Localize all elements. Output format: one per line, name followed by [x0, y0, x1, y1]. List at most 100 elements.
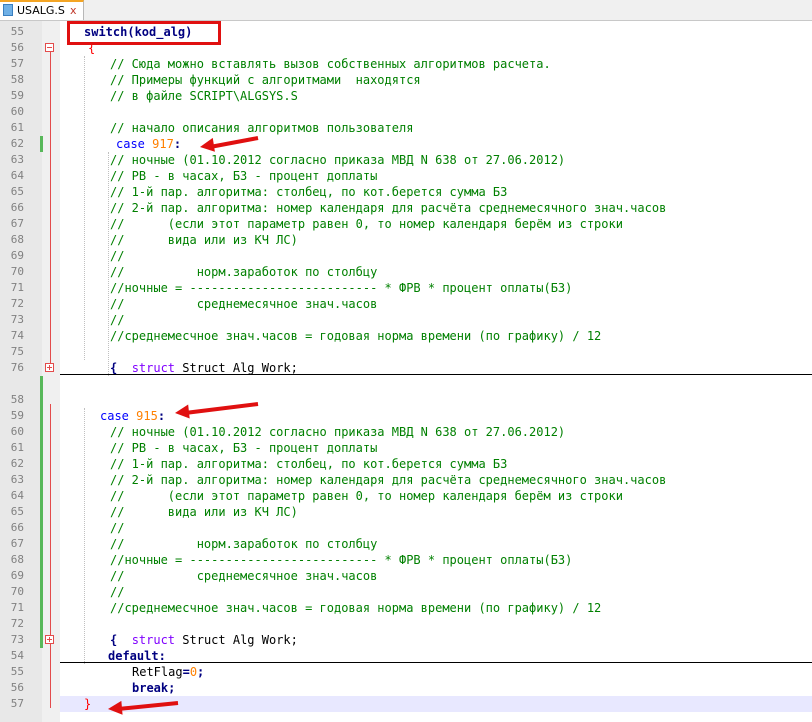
code-text: // в файле SCRIPT\ALGSYS.S	[110, 88, 298, 104]
comment-text: //среднемесчное знач.часов = годовая нор…	[110, 329, 602, 343]
line-number: 70	[10, 585, 24, 598]
code-text: // РВ - в часах, БЗ - процент доплаты	[110, 168, 377, 184]
code-line[interactable]: 67 // (если этот параметр равен 0, то ном…	[0, 216, 812, 232]
code-text: case 915:	[100, 408, 165, 424]
line-number: 64	[10, 489, 24, 502]
code-line[interactable]: 72	[0, 616, 812, 632]
line-number: 58	[10, 393, 24, 406]
code-line[interactable]: 70 //	[0, 584, 812, 600]
line-number: 62	[10, 457, 24, 470]
folded-region-separator	[60, 374, 812, 376]
code-editor[interactable]: 55 switch(kod_alg) 56{57// Сюда можно вста…	[0, 21, 812, 722]
comment-text: // Примеры функций с алгоритмами находят…	[110, 73, 421, 87]
code-line[interactable]: 71 //ночные = -------------------------- …	[0, 280, 812, 296]
code-text: //	[110, 584, 124, 600]
code-line[interactable]: 63 // 2-й пар. алгоритма: номер календаря…	[0, 472, 812, 488]
close-icon[interactable]: x	[70, 2, 77, 19]
indent-guide	[84, 56, 85, 360]
comment-text: // вида или из КЧ ЛС)	[110, 233, 298, 247]
comment-text: // (если этот параметр равен 0, то номер…	[110, 489, 623, 503]
code-line[interactable]: 59 // в файле SCRIPT\ALGSYS.S	[0, 88, 812, 104]
switch-highlight-box	[67, 21, 221, 45]
code-text: { struct Struct Alg Work;	[110, 632, 298, 648]
line-number: 54	[10, 649, 24, 662]
code-text: // 2-й пар. алгоритма: номер календаря д…	[110, 200, 666, 216]
code-line[interactable]: 65 // вида или из КЧ ЛС)	[0, 504, 812, 520]
line-number: 57	[10, 697, 24, 710]
code-text: // Примеры функций с алгоритмами находят…	[110, 72, 421, 88]
code-line[interactable]: 69 // среднемесячное знач.часов	[0, 568, 812, 584]
fold-toggle-icon[interactable]	[45, 635, 54, 644]
fold-toggle-icon[interactable]	[45, 363, 54, 372]
comment-text: // РВ - в часах, БЗ - процент доплаты	[110, 441, 378, 455]
code-line[interactable]: 59 case 915:	[0, 408, 812, 424]
line-number: 72	[10, 297, 24, 310]
code-line[interactable]: 61 // РВ - в часах, БЗ - процент доплаты	[0, 440, 812, 456]
code-line[interactable]: 65 // 1-й пар. алгоритма: столбец, по кот…	[0, 184, 812, 200]
line-number: 68	[10, 233, 24, 246]
code-line[interactable]: 60	[0, 104, 812, 120]
code-line[interactable]: 67 // норм.заработок по столбцу	[0, 536, 812, 552]
code-text: // Сюда можно вставлять вызов собственны…	[110, 56, 551, 72]
comment-text: //	[110, 313, 125, 327]
comment-text: // 2-й пар. алгоритма: номер календаря д…	[110, 201, 667, 215]
code-line[interactable]: 71 //среднемесчное знач.часов = годовая н…	[0, 600, 812, 616]
code-line[interactable]: 61// начало описания алгоритмов пользова…	[0, 120, 812, 136]
code-text: // вида или из КЧ ЛС)	[110, 232, 298, 248]
code-line[interactable]: 66 // 2-й пар. алгоритма: номер календаря…	[0, 200, 812, 216]
line-number: 62	[10, 137, 24, 150]
semicolon: ;	[197, 665, 205, 679]
code-text: // РВ - в часах, БЗ - процент доплаты	[110, 440, 377, 456]
arrow-closing-brace	[108, 700, 179, 715]
code-line[interactable]: 58	[0, 392, 812, 408]
struct-name: Struct Alg Work;	[182, 633, 298, 647]
code-line[interactable]: 64 // (если этот параметр равен 0, то ном…	[0, 488, 812, 504]
code-text: // среднемесячное знач.часов	[110, 296, 377, 312]
code-text: // вида или из КЧ ЛС)	[110, 504, 298, 520]
code-line[interactable]: 68 // вида или из КЧ ЛС)	[0, 232, 812, 248]
indent-guide	[108, 152, 109, 376]
code-text: case 917:	[116, 136, 181, 152]
comment-text: // 1-й пар. алгоритма: столбец, по кот.б…	[110, 185, 508, 199]
code-line[interactable]: 55 RetFlag=0;	[0, 664, 812, 680]
code-line[interactable]: 73 { struct Struct Alg Work;	[0, 632, 812, 648]
comment-text: //	[110, 585, 125, 599]
code-line[interactable]: 68 //ночные = -------------------------- …	[0, 552, 812, 568]
line-number: 55	[10, 665, 24, 678]
code-line[interactable]: 72 // среднемесячное знач.часов	[0, 296, 812, 312]
line-number: 63	[10, 473, 24, 486]
code-line[interactable]: 74 //среднемесчное знач.часов = годовая н…	[0, 328, 812, 344]
code-line[interactable]: 62 case 917:	[0, 136, 812, 152]
line-number: 69	[10, 249, 24, 262]
code-line[interactable]: 70 // норм.заработок по столбцу	[0, 264, 812, 280]
struct-keyword: struct	[131, 633, 176, 647]
line-number: 66	[10, 521, 24, 534]
code-line[interactable]	[0, 376, 812, 392]
code-line[interactable]: 75	[0, 344, 812, 360]
line-number: 61	[10, 121, 24, 134]
struct-name: Struct Alg Work;	[182, 361, 298, 375]
code-text: //ночные = -------------------------- * …	[110, 552, 572, 568]
fold-toggle-icon[interactable]	[45, 43, 54, 52]
code-line[interactable]: 69 //	[0, 248, 812, 264]
code-text: // 1-й пар. алгоритма: столбец, по кот.б…	[110, 184, 507, 200]
line-number: 60	[10, 105, 24, 118]
code-line[interactable]: 73 //	[0, 312, 812, 328]
line-number: 67	[10, 217, 24, 230]
code-line[interactable]: 66 //	[0, 520, 812, 536]
code-line[interactable]: 62 // 1-й пар. алгоритма: столбец, по кот…	[0, 456, 812, 472]
tab-usalg[interactable]: USALG.S x	[0, 0, 84, 20]
code-line[interactable]: 60 // ночные (01.10.2012 согласно приказа…	[0, 424, 812, 440]
code-text: //	[110, 520, 124, 536]
code-line[interactable]: 57 // Сюда можно вставлять вызов собствен…	[0, 56, 812, 72]
file-icon	[3, 4, 13, 16]
code-text: // норм.заработок по столбцу	[110, 264, 377, 280]
code-line[interactable]: 64 // РВ - в часах, БЗ - процент доплаты	[0, 168, 812, 184]
line-number: 70	[10, 265, 24, 278]
code-line[interactable]: 58 // Примеры функций с алгоритмами наход…	[0, 72, 812, 88]
code-line[interactable]: 63 // ночные (01.10.2012 согласно приказа…	[0, 152, 812, 168]
comment-text: // Сюда можно вставлять вызов собственны…	[110, 57, 551, 71]
tab-bar: USALG.S x	[0, 0, 812, 21]
comment-text: // в файле SCRIPT\ALGSYS.S	[110, 89, 298, 103]
folded-region-separator	[60, 662, 812, 664]
